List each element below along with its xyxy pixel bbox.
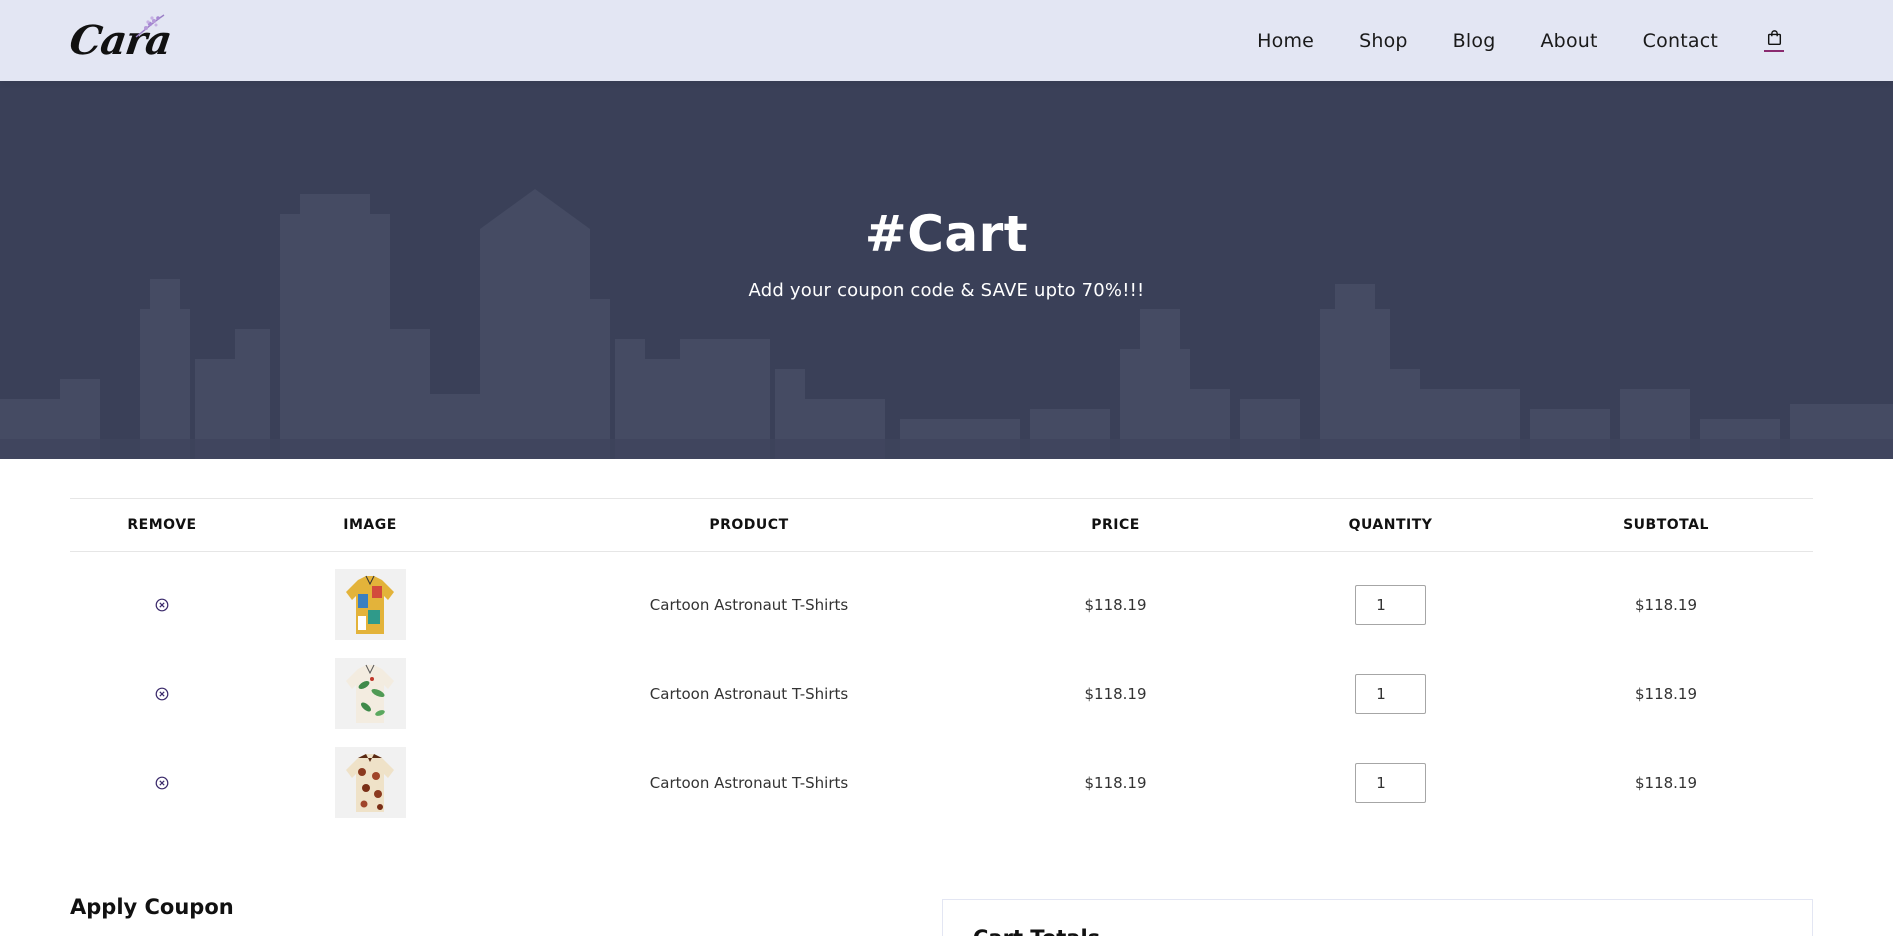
product-image[interactable] [334,658,406,729]
header-product: PRODUCT [709,517,789,533]
lavender-sprig-icon [135,14,165,38]
quantity-input[interactable] [1355,673,1426,714]
nav-contact[interactable]: Contact [1643,30,1718,52]
header-remove: REMOVE [127,517,197,533]
product-subtotal: $118.19 [1634,773,1698,792]
header-image: IMAGE [343,517,397,533]
table-row: Cartoon Astronaut T-Shirts $118.19 $118.… [70,738,1813,827]
table-row: Cartoon Astronaut T-Shirts $118.19 $118.… [70,649,1813,738]
page-hero: #Cart Add your coupon code & SAVE upto 7… [0,81,1893,459]
product-price: $118.19 [1084,773,1147,792]
nav-cart[interactable] [1763,29,1785,52]
nav-home[interactable]: Home [1257,30,1314,52]
nav-shop[interactable]: Shop [1359,30,1408,52]
product-subtotal: $118.19 [1634,595,1698,614]
cart-totals-heading: Cart Totals [973,926,1100,936]
quantity-input[interactable] [1355,584,1426,625]
close-circle-icon[interactable] [155,598,169,612]
logo[interactable]: Cara [67,14,174,64]
header-quantity: QUANTITY [1348,517,1433,533]
shirt-icon [346,753,394,812]
header-price: PRICE [1091,517,1140,533]
product-price: $118.19 [1084,595,1147,614]
table-row: Cartoon Astronaut T-Shirts $118.19 $118.… [70,560,1813,649]
product-name: Cartoon Astronaut T-Shirts [649,773,849,792]
product-image[interactable] [334,747,406,818]
main-nav: Home Shop Blog About Contact [1212,30,1785,52]
product-name: Cartoon Astronaut T-Shirts [649,595,849,614]
site-header: Cara Home Shop Blog About Contact [0,0,1893,81]
product-price: $118.19 [1084,684,1147,703]
cart-totals-panel: Cart Totals [942,899,1813,936]
shirt-icon [346,664,394,723]
product-subtotal: $118.19 [1634,684,1698,703]
product-image[interactable] [334,569,406,640]
shopping-bag-icon [1767,29,1781,45]
table-header: REMOVE IMAGE PRODUCT PRICE QUANTITY SUBT… [70,499,1813,552]
active-underline [1764,49,1784,52]
coupon-heading: Apply Coupon [70,895,234,919]
close-circle-icon[interactable] [155,776,169,790]
shirt-icon [346,575,394,634]
header-subtotal: SUBTOTAL [1623,517,1709,533]
page-title: #Cart [864,205,1029,263]
cart-table: REMOVE IMAGE PRODUCT PRICE QUANTITY SUBT… [70,498,1813,827]
close-circle-icon[interactable] [155,687,169,701]
hero-subtitle: Add your coupon code & SAVE upto 70%!!! [748,280,1145,301]
quantity-input[interactable] [1355,762,1426,803]
product-name: Cartoon Astronaut T-Shirts [649,684,849,703]
nav-blog[interactable]: Blog [1453,30,1496,52]
nav-about[interactable]: About [1540,30,1597,52]
